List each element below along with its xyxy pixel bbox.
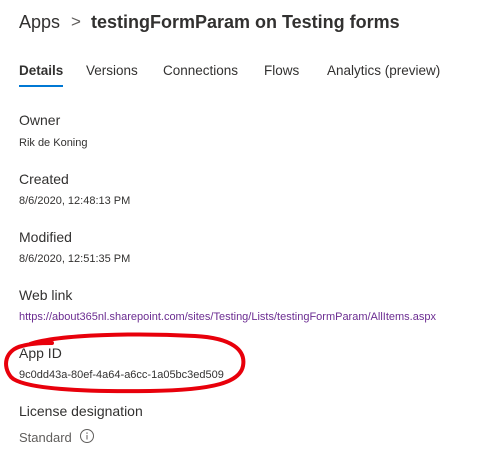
created-label: Created [19, 171, 69, 187]
license-designation-value: Standard [19, 430, 72, 445]
breadcrumb-apps-link[interactable]: Apps [19, 12, 60, 33]
breadcrumb: Apps > testingFormParam on Testing forms [19, 10, 400, 34]
app-id-value: 9c0dd43a-80ef-4a64-a6cc-1a05bc3ed509 [19, 369, 224, 381]
modified-value: 8/6/2020, 12:51:35 PM [19, 253, 131, 265]
owner-label: Owner [19, 112, 61, 128]
page-title: testingFormParam on Testing forms [90, 11, 400, 32]
tab-connections[interactable]: Connections [163, 62, 238, 80]
tab-analytics[interactable]: Analytics (preview) [327, 62, 440, 80]
web-link[interactable]: https://about365nl.sharepoint.com/sites/… [19, 311, 436, 323]
tab-details[interactable]: Details [19, 62, 64, 87]
license-designation-label: License designation [19, 403, 143, 419]
app-id-label: App ID [19, 345, 62, 361]
created-value: 8/6/2020, 12:48:13 PM [19, 195, 131, 207]
owner-value: Rik de Koning [19, 137, 88, 149]
info-circle-icon-glyph [80, 429, 94, 443]
tab-versions[interactable]: Versions [86, 62, 138, 80]
chevron-right-icon: > [71, 12, 81, 31]
web-link-label: Web link [19, 287, 73, 303]
info-circle-icon[interactable] [79, 428, 95, 444]
tab-flows[interactable]: Flows [264, 62, 299, 80]
modified-label: Modified [19, 229, 72, 245]
